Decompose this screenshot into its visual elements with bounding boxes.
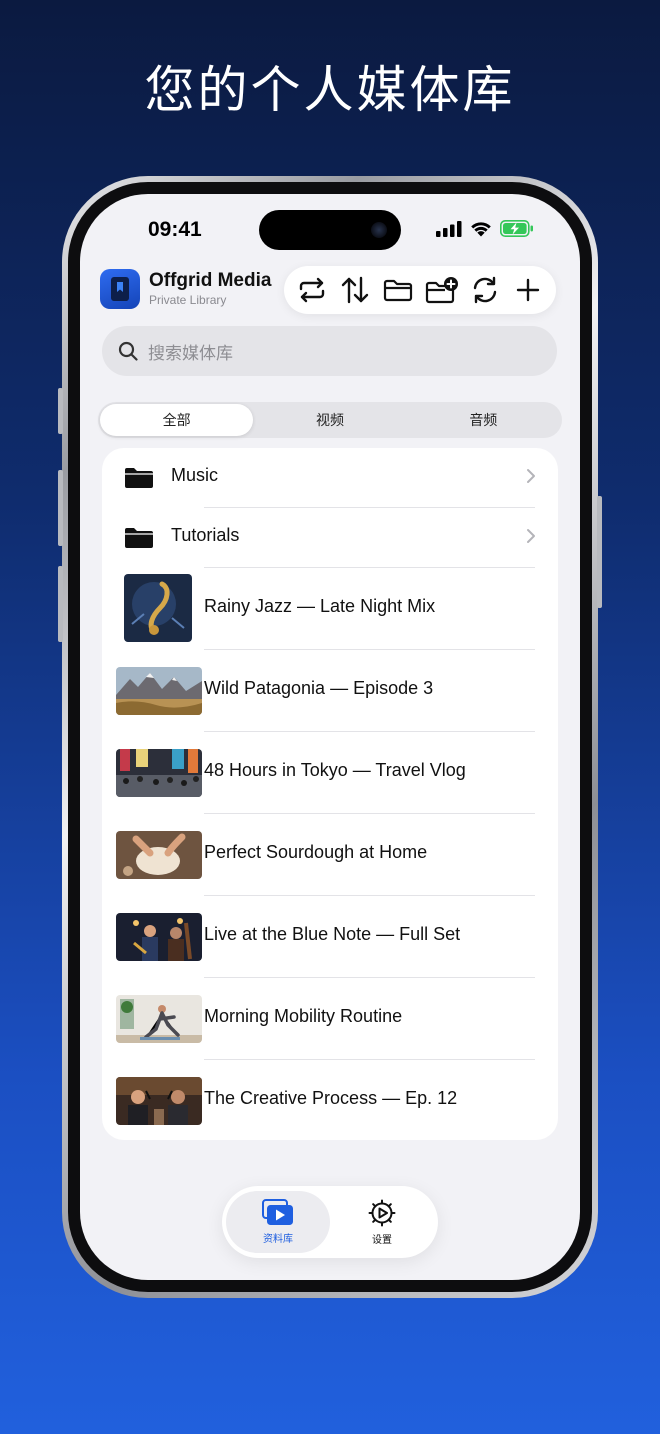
folder-icon	[384, 279, 413, 302]
phone-volume-down	[58, 566, 63, 642]
dynamic-island	[259, 210, 401, 250]
bottom-tab-bar: 资料库 设置	[222, 1186, 438, 1258]
media-title: The Creative Process — Ep. 12	[204, 1088, 458, 1108]
folder-button[interactable]	[378, 270, 418, 310]
media-row[interactable]: Live at the Blue Note — Full Set	[102, 896, 558, 978]
refresh-icon	[473, 276, 497, 304]
refresh-button[interactable]	[465, 270, 505, 310]
add-button[interactable]	[508, 270, 548, 310]
search-icon	[118, 341, 138, 361]
media-row[interactable]: Morning Mobility Routine	[102, 978, 558, 1060]
segment-all[interactable]: 全部	[100, 404, 254, 436]
gear-icon	[368, 1199, 396, 1227]
folder-row[interactable]: Tutorials	[102, 508, 558, 568]
tab-library[interactable]: 资料库	[226, 1191, 330, 1253]
folder-label: Music	[171, 465, 219, 485]
media-thumbnail	[116, 1077, 202, 1125]
media-thumbnail	[116, 667, 202, 715]
new-folder-icon	[425, 277, 458, 304]
media-row[interactable]: Perfect Sourdough at Home	[102, 814, 558, 896]
media-title: Perfect Sourdough at Home	[204, 842, 428, 862]
media-filter-segmented: 全部 视频 音频	[98, 402, 562, 438]
media-thumbnail	[116, 749, 202, 797]
repeat-button[interactable]	[292, 270, 332, 310]
plus-icon	[517, 278, 540, 302]
status-time: 09:41	[148, 218, 202, 241]
media-title: Rainy Jazz — Late Night Mix	[204, 596, 436, 616]
tab-settings[interactable]: 设置	[330, 1191, 434, 1253]
media-row[interactable]: 48 Hours in Tokyo — Travel Vlog	[102, 732, 558, 814]
folder-row[interactable]: Music	[102, 448, 558, 508]
media-row[interactable]: Rainy Jazz — Late Night Mix	[102, 568, 558, 650]
phone-action-button	[58, 388, 63, 434]
sort-icon	[341, 276, 369, 304]
search-bar[interactable]: 搜索媒体库	[102, 326, 557, 376]
media-title: Live at the Blue Note — Full Set	[204, 924, 461, 944]
chevron-right-icon	[527, 529, 535, 543]
media-thumbnail	[116, 995, 202, 1043]
folder-icon	[125, 468, 153, 488]
app-logo	[100, 269, 140, 309]
new-folder-button[interactable]	[422, 270, 462, 310]
media-list: Music Tutorials Rainy Jazz — Late Night …	[102, 448, 558, 1140]
segment-video[interactable]: 视频	[253, 404, 406, 436]
chevron-right-icon	[527, 469, 535, 483]
battery-charging-icon	[500, 220, 533, 237]
bookmark-logo-icon	[111, 277, 129, 301]
wifi-icon	[471, 222, 491, 237]
media-title: Morning Mobility Routine	[204, 1006, 403, 1026]
folder-label: Tutorials	[171, 525, 240, 545]
segment-audio[interactable]: 音频	[407, 404, 560, 436]
app-title: Offgrid Media	[149, 270, 272, 291]
sort-button[interactable]	[335, 270, 375, 310]
tab-library-label: 资料库	[263, 1234, 293, 1245]
folder-icon	[125, 528, 153, 548]
search-placeholder: 搜索媒体库	[148, 343, 233, 364]
header-toolbar	[284, 266, 556, 314]
cellular-signal-icon	[436, 220, 462, 237]
promo-headline: 您的个人媒体库	[144, 61, 516, 119]
media-thumbnail	[116, 831, 202, 879]
app-subtitle: Private Library	[149, 293, 227, 307]
media-thumbnail	[116, 913, 202, 961]
phone-screen: 09:41 Offgrid Media Private Library 搜索媒体…	[80, 194, 580, 1280]
media-thumbnail	[124, 574, 192, 642]
phone-power-button	[597, 496, 602, 608]
media-title: 48 Hours in Tokyo — Travel Vlog	[204, 760, 466, 780]
media-row[interactable]: The Creative Process — Ep. 12	[102, 1060, 558, 1142]
tab-settings-label: 设置	[372, 1235, 392, 1246]
status-icons	[436, 220, 534, 237]
phone-volume-up	[58, 470, 63, 546]
media-title: Wild Patagonia — Episode 3	[204, 678, 434, 698]
repeat-icon	[299, 277, 324, 303]
media-row[interactable]: Wild Patagonia — Episode 3	[102, 650, 558, 732]
library-icon	[262, 1199, 293, 1225]
